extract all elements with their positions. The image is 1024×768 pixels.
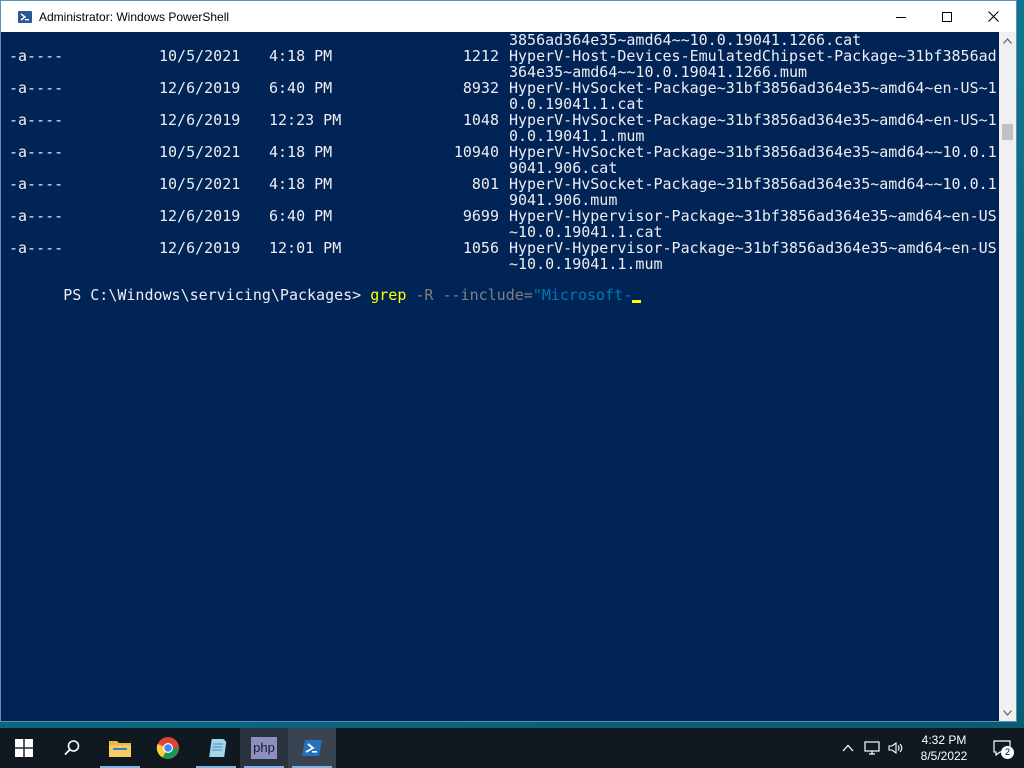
action-center-button[interactable]: 2 (980, 728, 1024, 768)
clock-time: 4:32 PM (921, 733, 967, 747)
chrome-button[interactable] (144, 728, 192, 768)
command-string-arg: "Microsoft- (532, 286, 633, 304)
volume-icon (888, 741, 903, 755)
file-date: 12/6/2019 (159, 111, 241, 129)
powershell-icon (17, 9, 33, 25)
command-params: -R --include= (406, 286, 533, 304)
file-name: HyperV-HvSocket-Package~31bf3856ad364e35… (509, 143, 997, 177)
file-row: -a---- 12/6/2019 12:01 PM 1056 HyperV-Hy… (1, 240, 1000, 272)
file-name: HyperV-HvSocket-Package~31bf3856ad364e35… (509, 111, 997, 145)
file-length: 8932 (462, 79, 499, 97)
volume-button[interactable] (884, 728, 908, 768)
vertical-scrollbar[interactable] (999, 32, 1016, 721)
command-name: grep (370, 286, 407, 304)
maximize-icon (942, 11, 952, 22)
file-mode: -a---- (9, 175, 64, 193)
notepad-icon (209, 739, 227, 757)
file-length: 1212 (462, 47, 499, 65)
chevron-up-icon (842, 744, 854, 752)
file-time: 6:40 PM (269, 207, 333, 225)
powershell-icon (302, 740, 322, 756)
file-name: HyperV-Host-Devices-EmulatedChipset-Pack… (509, 47, 997, 81)
file-name: HyperV-HvSocket-Package~31bf3856ad364e35… (509, 175, 997, 209)
clock-date: 8/5/2022 (920, 749, 968, 763)
minimize-icon (896, 16, 906, 18)
file-row: -a---- 10/5/2021 4:18 PM 10940 HyperV-Hv… (1, 144, 1000, 176)
command-prompt-line[interactable]: PS C:\Windows\servicing\Packages> grep -… (9, 271, 642, 319)
prompt-path: PS C:\Windows\servicing\Packages> (63, 286, 371, 304)
title-bar[interactable]: Administrator: Windows PowerShell (1, 1, 1016, 32)
scroll-thumb[interactable] (1002, 124, 1013, 140)
file-row: -a---- 12/6/2019 6:40 PM 8932 HyperV-HvS… (1, 80, 1000, 112)
file-date: 10/5/2021 (159, 47, 241, 65)
file-date: 12/6/2019 (159, 79, 241, 97)
file-date: 12/6/2019 (159, 207, 241, 225)
windows-logo-icon (15, 739, 33, 757)
file-mode: -a---- (9, 47, 64, 65)
file-date: 10/5/2021 (159, 175, 241, 193)
file-mode: -a---- (9, 143, 64, 161)
file-date: 10/5/2021 (159, 143, 241, 161)
system-tray: 4:32 PM 8/5/2022 2 (836, 728, 1024, 768)
file-time: 12:01 PM (269, 239, 342, 257)
output-line-fragment: 3856ad364e35~amd64~~10.0.19041.1266.cat (509, 32, 862, 49)
file-mode: -a---- (9, 207, 64, 225)
file-mode: -a---- (9, 79, 64, 97)
file-row: -a---- 12/6/2019 12:23 PM 1048 HyperV-Hv… (1, 112, 1000, 144)
file-length: 801 (471, 175, 499, 193)
folder-icon (109, 741, 131, 757)
close-button[interactable] (970, 1, 1016, 32)
minimize-button[interactable] (878, 1, 924, 32)
php-label: php (253, 740, 275, 755)
file-name: HyperV-HvSocket-Package~31bf3856ad364e35… (509, 79, 997, 113)
file-time: 4:18 PM (269, 143, 333, 161)
window-controls (878, 1, 1016, 32)
scroll-down-button[interactable] (999, 704, 1016, 721)
file-name: HyperV-Hypervisor-Package~31bf3856ad364e… (509, 207, 997, 241)
notification-count-badge: 2 (1001, 746, 1014, 759)
file-row: -a---- 10/5/2021 4:18 PM 1212 HyperV-Hos… (1, 48, 1000, 80)
file-time: 6:40 PM (269, 79, 333, 97)
chevron-down-icon (1003, 709, 1012, 716)
file-time: 4:18 PM (269, 47, 333, 65)
file-row: -a---- 12/6/2019 6:40 PM 9699 HyperV-Hyp… (1, 208, 1000, 240)
powershell-button[interactable] (288, 728, 336, 768)
file-date: 12/6/2019 (159, 239, 241, 257)
taskbar: php 4:32 PM 8/5/2022 2 (0, 728, 1024, 768)
file-mode: -a---- (9, 239, 64, 257)
close-icon (987, 11, 999, 22)
notepad-button[interactable] (192, 728, 240, 768)
window-title: Administrator: Windows PowerShell (39, 9, 230, 24)
file-length: 1048 (462, 111, 499, 129)
start-button[interactable] (0, 728, 48, 768)
file-row: -a---- 10/5/2021 4:18 PM 801 HyperV-HvSo… (1, 176, 1000, 208)
file-time: 4:18 PM (269, 175, 333, 193)
file-time: 12:23 PM (269, 111, 342, 129)
php-icon: php (251, 737, 277, 759)
network-button[interactable] (860, 728, 884, 768)
taskbar-clock[interactable]: 4:32 PM 8/5/2022 (908, 732, 980, 764)
file-explorer-button[interactable] (96, 728, 144, 768)
php-button[interactable]: php (240, 728, 288, 768)
search-button[interactable] (48, 728, 96, 768)
powershell-window: Administrator: Windows PowerShell 3856ad… (0, 0, 1017, 722)
file-length: 10940 (453, 143, 499, 161)
search-icon (64, 740, 80, 756)
console-output[interactable]: 3856ad364e35~amd64~~10.0.19041.1266.cat … (1, 32, 1000, 721)
show-hidden-icons-button[interactable] (836, 728, 860, 768)
file-mode: -a---- (9, 111, 64, 129)
chrome-icon (156, 737, 179, 759)
text-cursor (632, 300, 642, 303)
maximize-button[interactable] (924, 1, 970, 32)
chevron-up-icon (1003, 37, 1012, 44)
file-length: 9699 (462, 207, 499, 225)
network-icon (864, 741, 880, 755)
file-name: HyperV-Hypervisor-Package~31bf3856ad364e… (509, 239, 997, 273)
scroll-up-button[interactable] (999, 32, 1016, 49)
file-length: 1056 (462, 239, 499, 257)
